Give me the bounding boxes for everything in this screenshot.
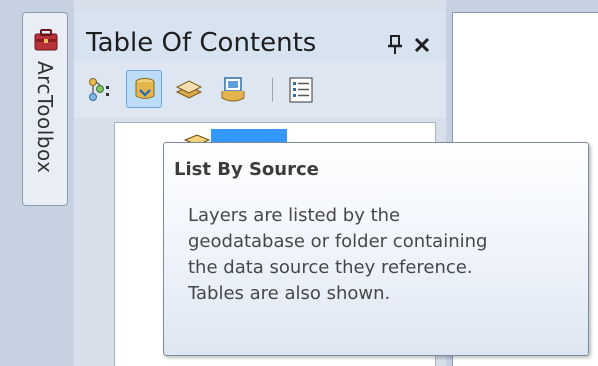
arctoolbox-tab[interactable]: ArcToolbox <box>22 12 68 206</box>
list-by-drawing-order-button[interactable] <box>82 70 118 108</box>
close-icon[interactable] <box>412 32 434 58</box>
options-button[interactable] <box>282 70 318 108</box>
tooltip-description: Layers are listed by the geodatabase or … <box>188 203 584 307</box>
list-by-selection-button[interactable] <box>214 70 250 108</box>
toc-title-bar: Table Of Contents <box>74 12 446 62</box>
pin-icon[interactable] <box>386 32 406 58</box>
toc-toolbar <box>74 62 446 118</box>
arcmap-window: ArcToolbox Table Of Contents List By Sou… <box>0 0 598 366</box>
tooltip-title: List By Source <box>174 159 319 180</box>
toolbox-icon <box>33 27 59 53</box>
tooltip-line: geodatabase or folder containing <box>188 231 488 252</box>
list-by-visibility-button[interactable] <box>170 70 206 108</box>
tooltip-line: Layers are listed by the <box>188 205 401 226</box>
left-dock-strip: ArcToolbox <box>0 0 74 366</box>
tooltip-line: the data source they reference. <box>188 257 473 278</box>
toolbar-separator <box>272 78 273 102</box>
arctoolbox-label: ArcToolbox <box>33 61 57 174</box>
list-by-source-button[interactable] <box>126 70 162 108</box>
toc-title: Table Of Contents <box>86 28 317 58</box>
tooltip-line: Tables are also shown. <box>188 283 391 304</box>
list-by-source-tooltip: List By Source Layers are listed by the … <box>163 142 589 356</box>
